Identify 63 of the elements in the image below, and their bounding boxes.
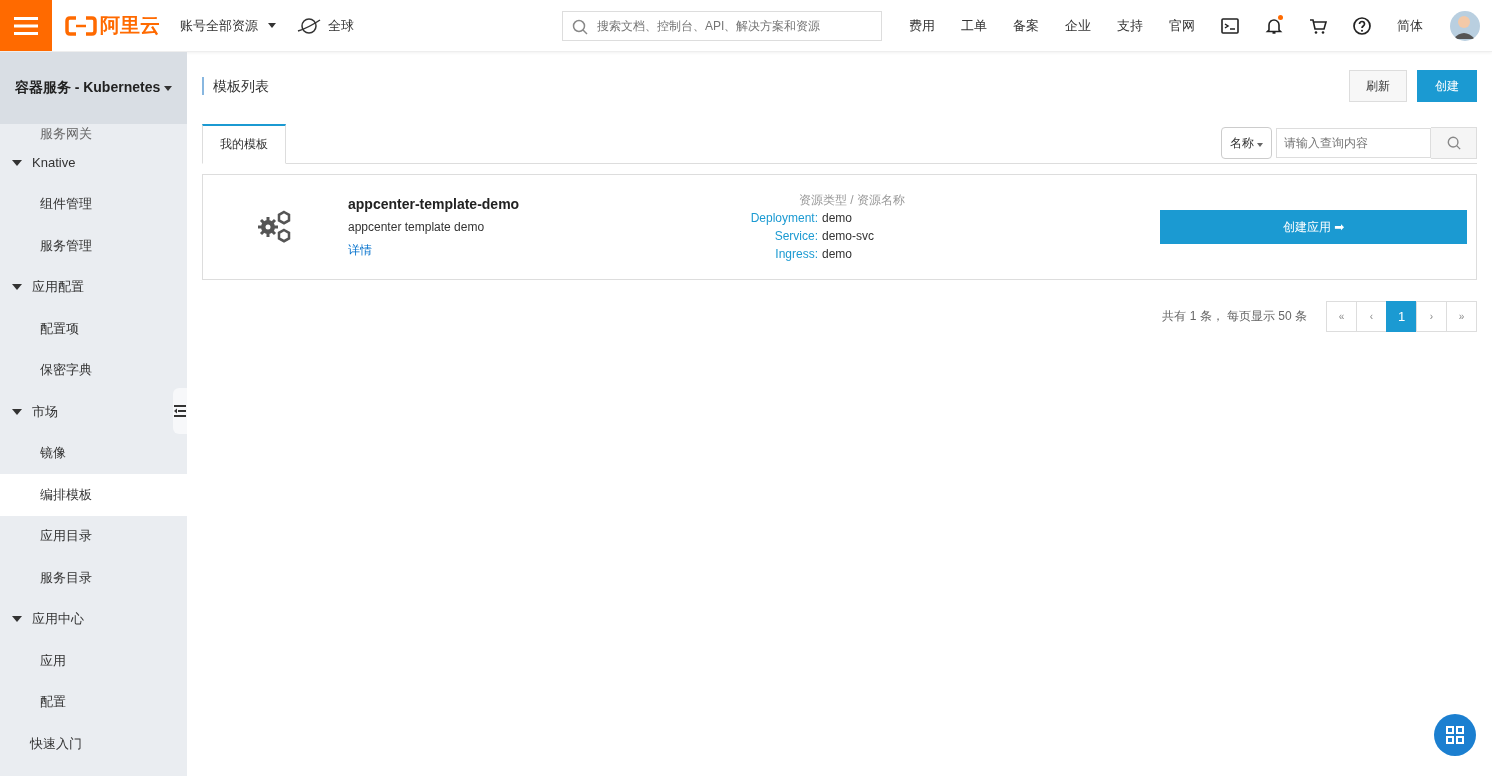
sidebar-item[interactable]: 服务目录	[0, 557, 187, 599]
sidebar-item[interactable]: 组件管理	[0, 183, 187, 225]
nav-link[interactable]: 工单	[961, 16, 987, 35]
nav-link[interactable]: 费用	[909, 16, 935, 35]
sidebar-item[interactable]: 应用目录	[0, 515, 187, 557]
nav-link[interactable]: 官网	[1169, 16, 1195, 35]
grid-icon	[1445, 725, 1465, 745]
page-button[interactable]: ‹	[1356, 301, 1387, 332]
query-field[interactable]: 请输入查询内容	[1276, 128, 1431, 158]
tab[interactable]: 我的模板	[202, 124, 286, 164]
menu-button[interactable]	[0, 0, 52, 51]
sidebar-item[interactable]: 快速入门	[0, 723, 187, 765]
menu-icon	[14, 16, 38, 35]
product-dropdown[interactable]: 容器服务 - Kubernetes	[0, 52, 187, 124]
caret-icon	[268, 23, 276, 28]
caret-icon	[164, 85, 173, 91]
region-button[interactable]: 全球	[296, 15, 354, 36]
details-link[interactable]: 详情	[348, 241, 648, 259]
account-dropdown[interactable]: 账号全部资源	[180, 16, 276, 35]
resource-name: demo-svc	[822, 228, 874, 245]
collapse-icon	[174, 404, 186, 418]
resource-name: demo	[822, 246, 853, 263]
resource-type: Service:	[773, 228, 818, 245]
template-name: appcenter-template-demo	[348, 195, 521, 212]
sidebar-group[interactable]: 市场	[0, 391, 173, 433]
sidebar-item[interactable]: 配置	[0, 681, 187, 723]
help-icon	[1352, 15, 1372, 36]
logo-text: 阿里云	[100, 13, 160, 38]
sort-icon	[1257, 143, 1263, 147]
sidebar-item[interactable]: 服务管理	[0, 225, 187, 267]
sidebar-item[interactable]: 应用	[0, 640, 187, 682]
nav-link[interactable]: 备案	[1013, 16, 1039, 35]
page-title: 模板列表	[202, 77, 269, 95]
sidebar-item[interactable]: 配置项	[0, 308, 187, 350]
resource-type: Deployment:	[749, 210, 818, 227]
globe-icon	[296, 15, 322, 36]
page-button[interactable]: »	[1446, 301, 1477, 332]
template-description: appcenter template demo	[348, 219, 486, 234]
collapse-button[interactable]	[173, 388, 187, 434]
logo-icon	[65, 15, 97, 36]
sidebar-item[interactable]: 服务网关	[0, 124, 187, 142]
page-button[interactable]: «	[1326, 301, 1357, 332]
terminal-icon	[1220, 15, 1240, 36]
sidebar-item[interactable]: 编排模板	[0, 474, 187, 516]
field-select[interactable]: 名称	[1221, 127, 1272, 159]
resource-name: demo	[822, 210, 853, 227]
sidebar-group[interactable]: 应用中心	[0, 598, 173, 640]
avatar[interactable]	[1450, 10, 1480, 41]
nav-link[interactable]: 支持	[1117, 16, 1143, 35]
search-icon	[1446, 136, 1461, 150]
language-link[interactable]: 简体	[1397, 16, 1423, 35]
pagination-summary: 共有 1 条， 每页显示 50 条	[1162, 308, 1307, 325]
refresh-button[interactable]: 刷新	[1349, 70, 1407, 102]
sidebar-group[interactable]: Knative	[0, 142, 173, 184]
sidebar-group[interactable]: 应用配置	[0, 266, 173, 308]
search-field[interactable]: 搜索文档、控制台、API、解决方案和资源	[562, 10, 882, 41]
resource-header: 资源类型 / 资源名称	[799, 192, 905, 209]
page-button[interactable]: ›	[1416, 301, 1447, 332]
apps-button[interactable]	[1434, 714, 1476, 756]
resource-type: Ingress:	[774, 246, 818, 263]
sidebar-item[interactable]: 保密字典	[0, 349, 187, 391]
sidebar-item[interactable]: 镜像	[0, 432, 187, 474]
nav-link[interactable]: 企业	[1065, 16, 1091, 35]
